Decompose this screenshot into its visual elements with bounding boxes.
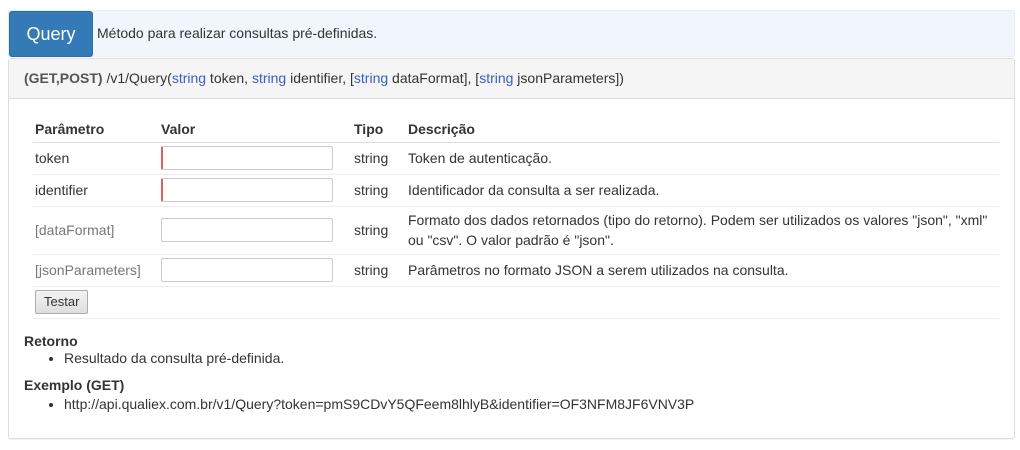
table-row: [jsonParameters] string Parâmetros no fo…	[33, 253, 999, 286]
jsonparameters-input[interactable]	[161, 258, 333, 282]
param-name-cell: token	[33, 141, 159, 174]
table-row-actions: Testar	[33, 285, 999, 319]
retorno-list: Resultado da consulta pré-definida.	[47, 349, 284, 367]
table-header-row: Parâmetro Valor Tipo Descrição	[33, 116, 999, 143]
param-name-cell: [jsonParameters]	[33, 253, 159, 286]
param-type: string	[353, 70, 389, 86]
column-header-tipo: Tipo	[352, 116, 406, 143]
endpoint-path: /v1/Query(	[102, 70, 172, 86]
param-value-cell	[159, 253, 352, 286]
exemplo-title: Exemplo (GET)	[24, 377, 125, 393]
column-header-valor: Valor	[159, 116, 352, 143]
param-description-cell: Formato dos dados retornados (tipo do re…	[406, 205, 999, 254]
param-name: jsonParameters])	[513, 70, 624, 86]
method-panel: (GET,POST) /v1/Query(string token, strin…	[8, 58, 1015, 439]
param-type-cell: string	[352, 141, 406, 174]
column-header-descricao: Descrição	[406, 116, 999, 143]
param-type-cell: string	[352, 253, 406, 286]
param-name-cell: [dataFormat]	[33, 205, 159, 254]
table-row: identifier string Identificador da consu…	[33, 173, 999, 206]
parameters-table: Parâmetro Valor Tipo Descrição token str…	[33, 116, 999, 319]
param-type-cell: string	[352, 205, 406, 254]
list-item: Resultado da consulta pré-definida.	[64, 349, 284, 367]
param-name: token,	[206, 70, 252, 86]
endpoint-signature: (GET,POST) /v1/Query(string token, strin…	[9, 59, 1014, 99]
param-value-cell	[159, 205, 352, 254]
param-type-cell: string	[352, 173, 406, 206]
token-input[interactable]	[161, 146, 333, 170]
actions-cell: Testar	[33, 285, 999, 319]
param-description-cell: Token de autenticação.	[406, 141, 999, 174]
method-description: Método para realizar consultas pré-defin…	[97, 25, 378, 41]
param-value-cell	[159, 141, 352, 174]
table-row: [dataFormat] string Formato dos dados re…	[33, 205, 999, 254]
identifier-input[interactable]	[161, 178, 333, 202]
dataformat-input[interactable]	[161, 218, 333, 242]
retorno-title: Retorno	[24, 333, 78, 349]
exemplo-list: http://api.qualiex.com.br/v1/Query?token…	[47, 395, 694, 413]
param-type: string	[171, 70, 207, 86]
param-type: string	[251, 70, 287, 86]
param-name: identifier, [	[286, 70, 354, 86]
param-description-cell: Parâmetros no formato JSON a serem utili…	[406, 253, 999, 286]
query-button[interactable]: Query	[9, 11, 93, 57]
param-type: string	[479, 70, 514, 86]
param-value-cell	[159, 173, 352, 206]
param-name-cell: identifier	[33, 173, 159, 206]
testar-button[interactable]: Testar	[35, 290, 89, 314]
param-description-cell: Identificador da consulta a ser realizad…	[406, 173, 999, 206]
param-name: dataFormat], [	[388, 70, 480, 86]
method-header: Query Método para realizar consultas pré…	[8, 10, 1015, 57]
column-header-parametro: Parâmetro	[33, 116, 159, 143]
example-url[interactable]: http://api.qualiex.com.br/v1/Query?token…	[64, 395, 694, 413]
table-row: token string Token de autenticação.	[33, 141, 999, 174]
http-methods: (GET,POST)	[24, 70, 103, 86]
